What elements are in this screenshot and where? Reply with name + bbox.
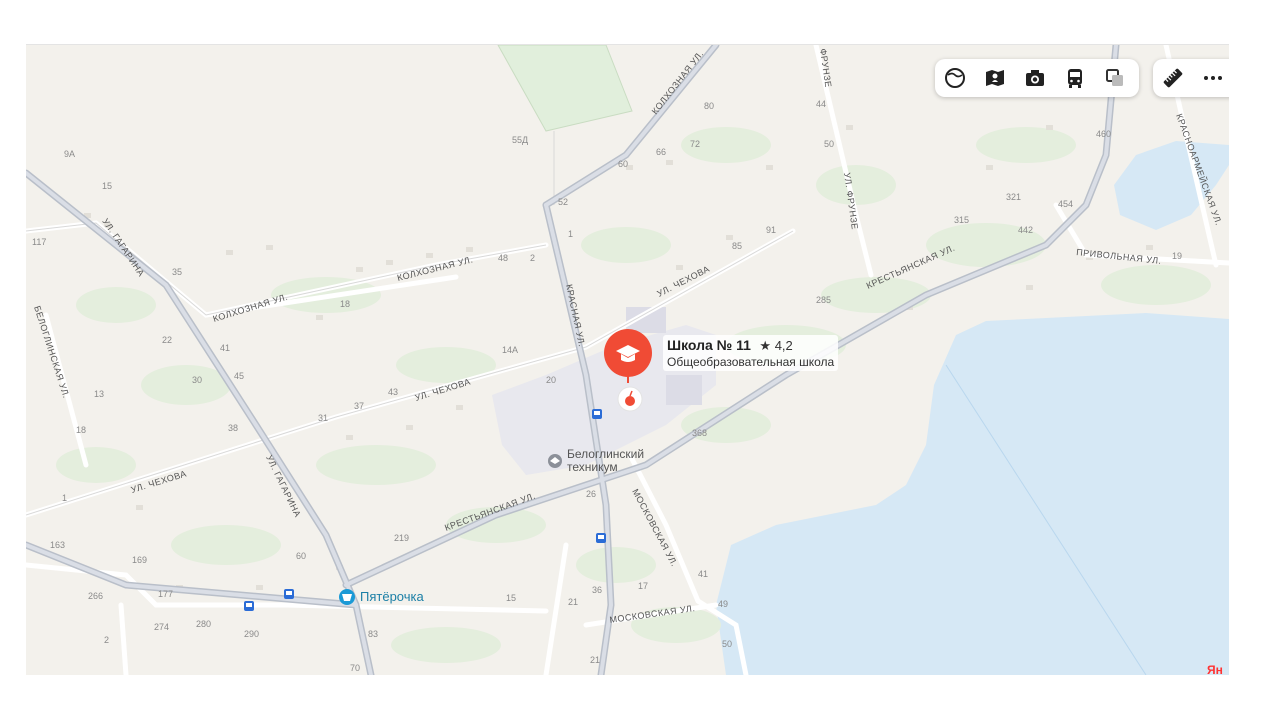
college-label-line-2: техникум: [567, 460, 618, 474]
house-number: 72: [690, 139, 700, 149]
house-number: 26: [586, 489, 596, 499]
bus-stop-icon[interactable]: [284, 589, 294, 599]
house-number: 50: [824, 139, 834, 149]
house-number: 36: [592, 585, 602, 595]
house-number: 285: [816, 295, 831, 305]
place-category: Общеобразовательная школа: [667, 355, 835, 369]
shop-label[interactable]: Пятёрочка: [360, 589, 424, 604]
overlay-squares-icon: [1106, 69, 1123, 86]
house-number: 9А: [64, 149, 75, 159]
house-number: 52: [558, 197, 568, 207]
bus-stop-icon[interactable]: [244, 601, 254, 611]
house-number: 15: [506, 593, 516, 603]
house-number: 2: [104, 635, 109, 645]
house-number: 460: [1096, 129, 1111, 139]
house-number: 45: [234, 371, 244, 381]
house-number: 66: [656, 147, 666, 157]
house-number: 266: [88, 591, 103, 601]
house-number: 80: [704, 101, 714, 111]
house-number: 219: [394, 533, 409, 543]
house-number: 18: [340, 299, 350, 309]
house-number: 37: [354, 401, 364, 411]
place-rating: ★ 4,2: [759, 338, 792, 353]
ruler-icon: [1163, 68, 1183, 88]
camera-icon: [1026, 70, 1044, 86]
house-number: 43: [388, 387, 398, 397]
house-number: 41: [698, 569, 708, 579]
house-number: 13: [94, 389, 104, 399]
house-number: 83: [368, 629, 378, 639]
house-number: 30: [192, 375, 202, 385]
house-number: 20: [546, 375, 556, 385]
house-number: 21: [590, 655, 600, 665]
yandex-logo[interactable]: Ян: [1207, 663, 1229, 675]
house-number: 17: [638, 581, 648, 591]
map-canvas[interactable]: КОЛХОЗНАЯ УЛ. КОЛХОЗНАЯ УЛ. КОЛХОЗНАЯ УЛ…: [26, 44, 1229, 675]
house-number: 1: [568, 229, 573, 239]
house-number: 60: [618, 159, 628, 169]
ruler-button[interactable]: [1153, 59, 1193, 97]
panorama-button[interactable]: [975, 59, 1015, 97]
house-number: 163: [50, 540, 65, 550]
house-number: 31: [318, 413, 328, 423]
college-icon[interactable]: [548, 454, 562, 468]
house-number: 280: [196, 619, 211, 629]
place-name: Школа № 11: [667, 337, 751, 353]
layers-button[interactable]: [935, 59, 975, 97]
bus-icon: [1068, 69, 1082, 88]
more-dots-icon: [1204, 76, 1222, 80]
rating-value: 4,2: [774, 338, 793, 353]
globe-layers-icon: [945, 68, 965, 88]
map-toolbar-main: [935, 59, 1139, 97]
house-number: 60: [296, 551, 306, 561]
house-number: 41: [220, 343, 230, 353]
house-number: 315: [954, 215, 969, 225]
house-number: 1: [62, 493, 67, 503]
house-number: 454: [1058, 199, 1073, 209]
house-number: 50: [722, 639, 732, 649]
house-number: 22: [162, 335, 172, 345]
map-toolbar-tools: [1153, 59, 1229, 97]
house-number: 442: [1018, 225, 1033, 235]
house-number: 169: [132, 555, 147, 565]
shop-icon[interactable]: [339, 589, 355, 605]
transit-button[interactable]: [1055, 59, 1095, 97]
star-icon: ★: [759, 338, 772, 353]
house-number: 321: [1006, 192, 1021, 202]
map-svg[interactable]: КОЛХОЗНАЯ УЛ. КОЛХОЗНАЯ УЛ. КОЛХОЗНАЯ УЛ…: [26, 45, 1229, 675]
house-number: 14А: [502, 345, 518, 355]
house-number: 21: [568, 597, 578, 607]
photo-button[interactable]: [1015, 59, 1055, 97]
house-number: 85: [732, 241, 742, 251]
overlay-button[interactable]: [1095, 59, 1135, 97]
house-number: 2: [530, 253, 535, 263]
house-number: 70: [350, 663, 360, 673]
house-number: 44: [816, 99, 826, 109]
house-number: 274: [154, 622, 169, 632]
house-number: 290: [244, 629, 259, 639]
house-number: 15: [102, 181, 112, 191]
more-button[interactable]: [1193, 59, 1229, 97]
college-label[interactable]: Белоглинский техникум: [567, 448, 644, 474]
house-number: 19: [1172, 251, 1182, 261]
house-number: 48: [498, 253, 508, 263]
bus-stop-icon[interactable]: [596, 533, 606, 543]
house-number: 38: [228, 423, 238, 433]
place-label[interactable]: Школа № 11 ★ 4,2 Общеобразовательная шко…: [663, 335, 839, 371]
panorama-icon: [986, 70, 1004, 86]
house-number: 177: [158, 589, 173, 599]
house-number: 18: [76, 425, 86, 435]
house-number: 35: [172, 267, 182, 277]
house-number: 117: [32, 237, 46, 247]
house-number: 55Д: [512, 135, 528, 145]
bus-stop-icon[interactable]: [592, 409, 602, 419]
house-number: 91: [766, 225, 776, 235]
house-number: 368: [692, 428, 707, 438]
house-number: 49: [718, 599, 728, 609]
college-building: [666, 375, 702, 405]
